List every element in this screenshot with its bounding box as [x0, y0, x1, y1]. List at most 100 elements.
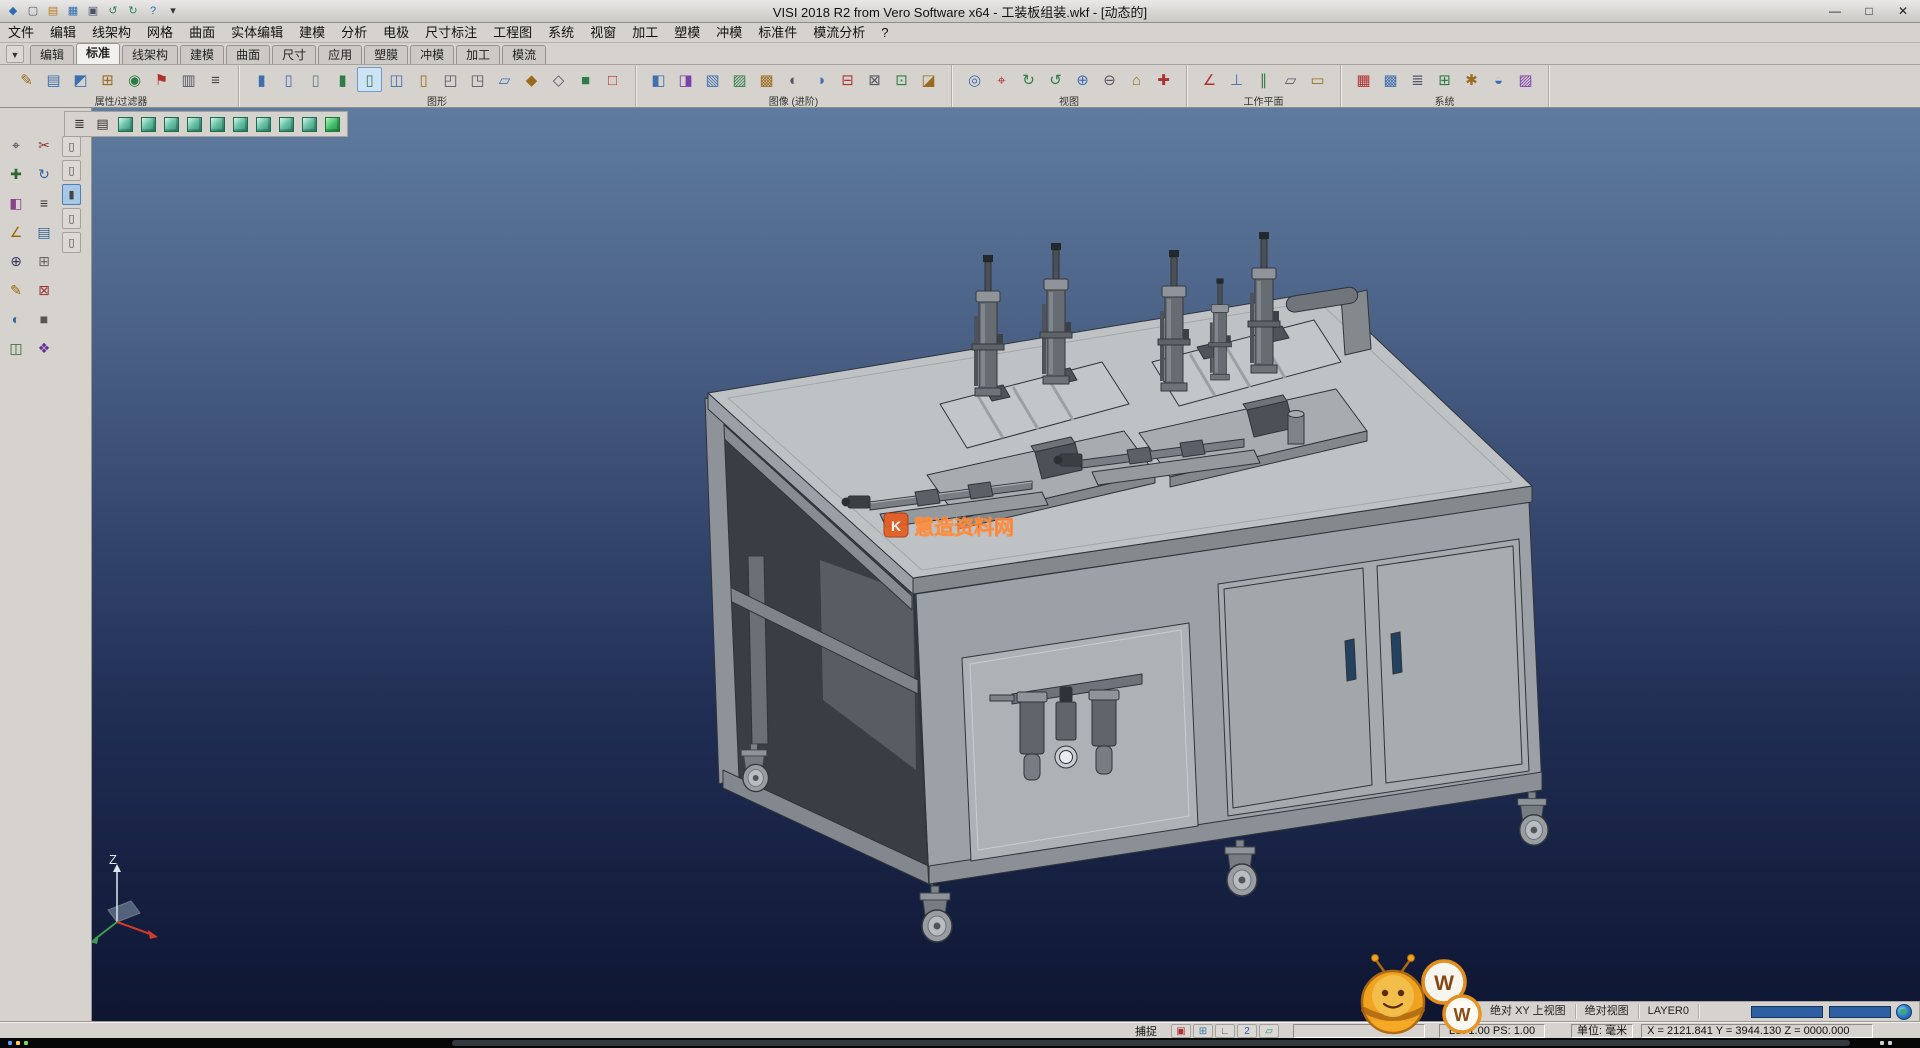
- img-half-moon-r-icon[interactable]: ◑: [808, 67, 833, 92]
- tab-overflow-button[interactable]: ▼: [6, 45, 24, 63]
- sys-circle-icon[interactable]: ◒: [1486, 67, 1511, 92]
- geom-ghost-icon[interactable]: ▯: [303, 67, 328, 92]
- view-dimetric-icon[interactable]: [299, 114, 320, 135]
- snap-toggle-icon[interactable]: ▣: [1171, 1024, 1191, 1038]
- view-bottom-icon[interactable]: [253, 114, 274, 135]
- view-left-icon[interactable]: [230, 114, 251, 135]
- view-top-icon[interactable]: [138, 114, 159, 135]
- menu-item[interactable]: 文件: [0, 23, 42, 43]
- menu-item[interactable]: 尺寸标注: [417, 23, 485, 43]
- wp-filter-3-icon[interactable]: ▮: [62, 184, 81, 205]
- view-front-icon[interactable]: [161, 114, 182, 135]
- taskbar-strip[interactable]: [0, 1038, 1920, 1048]
- attr-grid-icon[interactable]: ▥: [176, 67, 201, 92]
- geom-gold-icon[interactable]: ▯: [411, 67, 436, 92]
- undo-icon[interactable]: ↺: [104, 3, 122, 20]
- section-tool-icon[interactable]: ◫: [4, 335, 28, 359]
- geom-shaded-icon[interactable]: ▯: [357, 67, 382, 92]
- sys-star-icon[interactable]: ✱: [1459, 67, 1484, 92]
- view-pan-icon[interactable]: ✚: [1151, 67, 1176, 92]
- menu-item[interactable]: 线架构: [84, 23, 139, 43]
- img-corner-icon[interactable]: ◪: [916, 67, 941, 92]
- save-icon[interactable]: ▦: [64, 3, 82, 20]
- view-rotate-ccw-icon[interactable]: ↺: [1043, 67, 1068, 92]
- view-axono-icon[interactable]: [276, 114, 297, 135]
- viewport-3d[interactable]: K 慧造资料网 Z: [92, 108, 1920, 1022]
- geom-outline-icon[interactable]: ◇: [546, 67, 571, 92]
- menu-item[interactable]: 系统: [540, 23, 582, 43]
- mirror-tool-icon[interactable]: ◧: [4, 190, 28, 214]
- props-tool-icon[interactable]: ❖: [32, 335, 56, 359]
- tab-item[interactable]: 加工: [456, 45, 500, 64]
- view-orientation-label[interactable]: 绝对 XY 上视图: [1481, 1004, 1576, 1019]
- view-menu-icon[interactable]: ≣: [69, 114, 90, 135]
- img-hatch-a-icon[interactable]: ▧: [700, 67, 725, 92]
- view-zoom-out-icon[interactable]: ⊖: [1097, 67, 1122, 92]
- view-back-icon[interactable]: [207, 114, 228, 135]
- geom-corner-a-icon[interactable]: ◰: [438, 67, 463, 92]
- view-center-icon[interactable]: ⌖: [989, 67, 1014, 92]
- close-button[interactable]: ✕: [1886, 0, 1920, 22]
- grid-toggle-icon[interactable]: ⊞: [1193, 1024, 1213, 1038]
- plane-parallel-icon[interactable]: ∥: [1251, 67, 1276, 92]
- open-file-icon[interactable]: ▤: [44, 3, 62, 20]
- geom-box-icon[interactable]: □: [600, 67, 625, 92]
- img-hatch-b-icon[interactable]: ▨: [727, 67, 752, 92]
- attr-target-icon[interactable]: ◉: [122, 67, 147, 92]
- view-home-icon[interactable]: ⌂: [1124, 67, 1149, 92]
- measure-tool-icon[interactable]: ∠: [4, 219, 28, 243]
- geom-block-icon[interactable]: ■: [573, 67, 598, 92]
- attr-flag-icon[interactable]: ⚑: [149, 67, 174, 92]
- geom-green-solid-icon[interactable]: ▮: [330, 67, 355, 92]
- menu-item[interactable]: 电极: [375, 23, 417, 43]
- new-file-icon[interactable]: ▢: [24, 3, 42, 20]
- wp-filter-1-icon[interactable]: ▯: [62, 136, 81, 157]
- view-right-icon[interactable]: [184, 114, 205, 135]
- rotate-tool-icon[interactable]: ↻: [32, 161, 56, 185]
- tab-item[interactable]: 建模: [180, 45, 224, 64]
- shade-tool-icon[interactable]: ◐: [4, 306, 28, 330]
- snap-tool-icon[interactable]: ⊕: [4, 248, 28, 272]
- view-window-icon[interactable]: ▤: [92, 114, 113, 135]
- sys-hatch-icon[interactable]: ▩: [1378, 67, 1403, 92]
- ortho-toggle-icon[interactable]: ∟: [1215, 1024, 1235, 1038]
- menu-item[interactable]: 分析: [333, 23, 375, 43]
- geom-corner-b-icon[interactable]: ◳: [465, 67, 490, 92]
- maximize-button[interactable]: □: [1852, 0, 1886, 22]
- select-tool-icon[interactable]: ⌖: [4, 132, 28, 156]
- wp-filter-2-icon[interactable]: ▯: [62, 160, 81, 181]
- trim-tool-icon[interactable]: ✂: [32, 132, 56, 156]
- app-icon[interactable]: ◆: [4, 3, 22, 20]
- sys-list-icon[interactable]: ≣: [1405, 67, 1430, 92]
- tab-item[interactable]: 冲模: [410, 45, 454, 64]
- view-mode-label[interactable]: 绝对视图: [1576, 1004, 1639, 1019]
- minimize-button[interactable]: —: [1818, 0, 1852, 22]
- geom-solid-icon[interactable]: ▮: [249, 67, 274, 92]
- geom-diamond-icon[interactable]: ◆: [519, 67, 544, 92]
- menu-item[interactable]: 塑模: [666, 23, 708, 43]
- menu-item[interactable]: 网格: [139, 23, 181, 43]
- menu-item[interactable]: 模流分析: [805, 23, 873, 43]
- view-target-icon[interactable]: ◎: [962, 67, 987, 92]
- grid-tool-icon[interactable]: ⊞: [32, 248, 56, 272]
- plane-skew-icon[interactable]: ▱: [1278, 67, 1303, 92]
- img-x-box-icon[interactable]: ⊠: [862, 67, 887, 92]
- menu-item[interactable]: 曲面: [181, 23, 223, 43]
- geom-split-icon[interactable]: ◫: [384, 67, 409, 92]
- img-minus-box-icon[interactable]: ⊟: [835, 67, 860, 92]
- snap-label[interactable]: 捕捉: [1135, 1023, 1157, 1039]
- img-dot-box-icon[interactable]: ⊡: [889, 67, 914, 92]
- attr-copy-icon[interactable]: ▤: [41, 67, 66, 92]
- pan-tool-icon[interactable]: ✚: [4, 161, 28, 185]
- qat-dropdown-icon[interactable]: ▾: [164, 3, 182, 20]
- menu-item[interactable]: ?: [873, 23, 896, 43]
- active-layer-label[interactable]: LAYER0: [1639, 1004, 1699, 1019]
- delete-tool-icon[interactable]: ⊠: [32, 277, 56, 301]
- sys-palette-icon[interactable]: ▦: [1351, 67, 1376, 92]
- sys-grid-icon[interactable]: ⊞: [1432, 67, 1457, 92]
- menu-item[interactable]: 编辑: [42, 23, 84, 43]
- tab-item[interactable]: 标准: [76, 43, 120, 64]
- layer-2-icon[interactable]: 2: [1237, 1024, 1257, 1038]
- attr-layer-icon[interactable]: ◩: [68, 67, 93, 92]
- menu-item[interactable]: 冲模: [708, 23, 750, 43]
